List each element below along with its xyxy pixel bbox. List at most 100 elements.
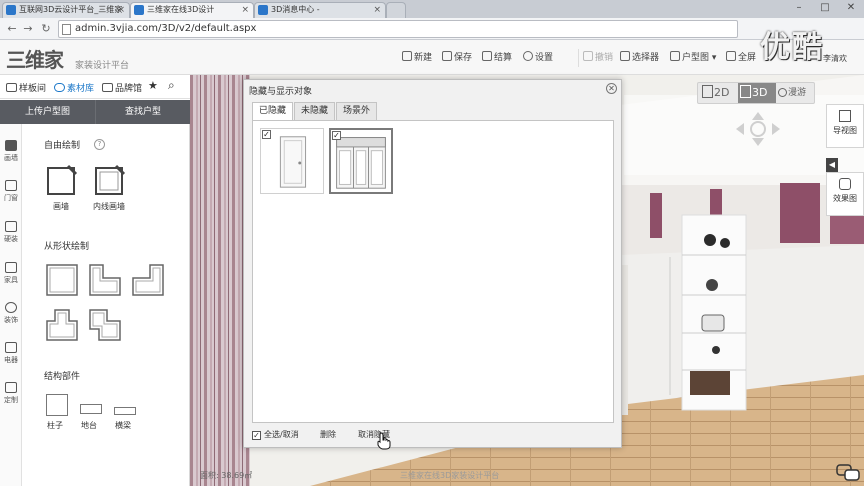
- tab-brand-hall[interactable]: 品牌馆: [102, 81, 142, 94]
- user-menu[interactable]: 李清欢: [823, 52, 847, 66]
- address-bar[interactable]: admin.3vjia.com/3D/v2/default.aspx: [58, 20, 738, 38]
- cloud-icon: [54, 83, 65, 92]
- find-floorplan-button[interactable]: 查找户型: [95, 100, 190, 124]
- browser-tab-label: 3D消息中心 -: [271, 5, 320, 14]
- settings-button[interactable]: 设置: [523, 51, 553, 65]
- tab-out-of-scene[interactable]: 场景外: [336, 102, 378, 120]
- forward-icon[interactable]: →: [20, 21, 36, 37]
- sidebar-item-doors-windows[interactable]: 门窗: [0, 176, 22, 216]
- browser-tab-3[interactable]: 3D消息中心 - ×: [254, 2, 386, 18]
- hide-show-objects-dialog: 隐藏与显示对象 ✕ 已隐藏 未隐藏 场景外 ✓ ✓ ✓ 全选/取消 删除 取消隐…: [243, 79, 622, 448]
- window-icon: [5, 180, 17, 191]
- collapse-arrow-icon[interactable]: ◀: [826, 158, 838, 172]
- draw-inner-wall-tool[interactable]: [94, 164, 126, 196]
- site-favicon-icon: [6, 5, 16, 15]
- close-tab-icon[interactable]: ×: [117, 3, 125, 17]
- favorites-star-icon[interactable]: ★: [148, 79, 158, 92]
- area-readout: 面积: 38.69㎡: [200, 471, 253, 480]
- platform-label: 地台: [81, 421, 97, 430]
- tab-hidden[interactable]: 已隐藏: [252, 102, 294, 121]
- app-logo[interactable]: 三维家: [6, 44, 64, 73]
- delete-button[interactable]: 删除: [320, 429, 336, 440]
- back-icon[interactable]: ←: [4, 21, 20, 37]
- undo-label: 撤销: [595, 53, 614, 63]
- monitor-icon: [5, 342, 17, 353]
- t-shape-room-icon: [46, 309, 78, 341]
- shape-l-tool[interactable]: [89, 264, 121, 296]
- chat-bubble-icon[interactable]: [836, 464, 860, 482]
- select-all-label: 全选/取消: [264, 430, 299, 439]
- render-view-button[interactable]: 效果图: [826, 172, 864, 216]
- shape-reverse-l-tool[interactable]: [132, 264, 164, 296]
- search-icon[interactable]: ⌕: [168, 78, 175, 93]
- shape-t-tool[interactable]: [46, 309, 78, 341]
- site-favicon-icon: [134, 5, 144, 15]
- minimize-icon[interactable]: –: [786, 0, 812, 16]
- shape-draw-title: 从形状绘制: [44, 242, 90, 252]
- help-icon[interactable]: ?: [94, 139, 105, 150]
- plant-icon: [5, 302, 17, 313]
- save-label: 保存: [454, 53, 473, 63]
- site-favicon-icon: [258, 5, 268, 15]
- sidebar-item-hard-decor[interactable]: 硬装: [0, 217, 22, 257]
- sidebar-item-furniture[interactable]: 家具: [0, 258, 22, 298]
- view-3d-button[interactable]: 3D: [738, 83, 776, 103]
- undo-button[interactable]: 撤销: [583, 51, 613, 65]
- tab-sample-rooms[interactable]: 样板间: [6, 81, 46, 94]
- checkbox-icon: ✓: [252, 431, 261, 440]
- browser-nav-bar: ← → ↻ admin.3vjia.com/3D/v2/default.aspx: [0, 18, 864, 40]
- navigation-view-button[interactable]: 导视图: [826, 104, 864, 148]
- fullscreen-button[interactable]: 全屏: [726, 51, 756, 65]
- draw-inner-wall-label: 内线画墙: [93, 202, 125, 211]
- item-checkbox[interactable]: ✓: [262, 130, 271, 139]
- item-checkbox[interactable]: ✓: [332, 131, 341, 140]
- tab-label: 品牌馆: [115, 84, 143, 94]
- upload-floorplan-button[interactable]: 上传户型图: [0, 100, 95, 124]
- checkout-button[interactable]: 结算: [482, 51, 512, 65]
- new-button[interactable]: 新建: [402, 51, 432, 65]
- right-button-label: 导视图: [833, 126, 857, 135]
- save-icon: [442, 51, 452, 61]
- column-label: 柱子: [47, 421, 63, 430]
- column-tool[interactable]: [46, 394, 68, 416]
- close-window-icon[interactable]: ✕: [838, 0, 864, 16]
- platform-tool[interactable]: [80, 404, 102, 414]
- toolbar-divider: [578, 49, 579, 67]
- draw-wall-tool[interactable]: [46, 164, 78, 196]
- shape-step-tool[interactable]: [89, 309, 121, 341]
- navigation-compass-icon[interactable]: [732, 110, 784, 148]
- sidebar-item-appliances[interactable]: 电器: [0, 338, 22, 378]
- sidebar-item-draw-wall[interactable]: 画墙: [0, 136, 22, 176]
- close-tab-icon[interactable]: ×: [373, 3, 381, 17]
- draw-wall-label: 画墙: [53, 202, 69, 211]
- close-tab-icon[interactable]: ×: [241, 3, 249, 17]
- new-tab-button[interactable]: [386, 2, 406, 18]
- sidebar-item-label: 电器: [4, 356, 18, 364]
- app-header: 三维家 家装设计平台 新建 保存 结算 设置 撤销 选择器 户型图 ▾ 全屏 李…: [0, 40, 864, 75]
- beam-tool[interactable]: [114, 407, 136, 415]
- sidebar-item-custom[interactable]: 定制: [0, 378, 22, 418]
- list-item[interactable]: ✓: [260, 128, 324, 194]
- selector-button[interactable]: 选择器: [620, 51, 659, 65]
- floorplan-button[interactable]: 户型图 ▾: [670, 51, 716, 65]
- tab-label: 素材库: [67, 84, 95, 94]
- maximize-icon[interactable]: □: [812, 0, 838, 16]
- save-button[interactable]: 保存: [442, 51, 472, 65]
- browser-tab-2[interactable]: 三维家在线3D设计 ×: [130, 2, 254, 18]
- drawing-tools-panel: 自由绘制 ? 画墙 内线画墙 从形状绘制 结构部件 柱子 地台 横梁: [22, 124, 190, 486]
- fullscreen-label: 全屏: [738, 53, 757, 63]
- view-2d-button[interactable]: 2D: [702, 83, 738, 103]
- shape-square-tool[interactable]: [46, 264, 78, 296]
- browser-tab-1[interactable]: 互联网3D云设计平台_三维家 ×: [2, 2, 130, 18]
- tab-visible[interactable]: 未隐藏: [294, 102, 336, 120]
- close-icon[interactable]: ✕: [606, 83, 617, 94]
- tab-material-library[interactable]: 素材库: [54, 81, 94, 94]
- list-item[interactable]: ✓: [329, 128, 393, 194]
- reload-icon[interactable]: ↻: [38, 21, 54, 37]
- left-panel-tabs: 样板间 素材库 品牌馆 ★ ⌕: [0, 75, 190, 99]
- view-walkthrough-button[interactable]: 漫游: [778, 83, 814, 103]
- settings-label: 设置: [535, 53, 554, 63]
- select-all-checkbox[interactable]: ✓ 全选/取消: [252, 429, 299, 440]
- sidebar-item-decoration[interactable]: 装饰: [0, 298, 22, 338]
- structure-title: 结构部件: [44, 372, 81, 382]
